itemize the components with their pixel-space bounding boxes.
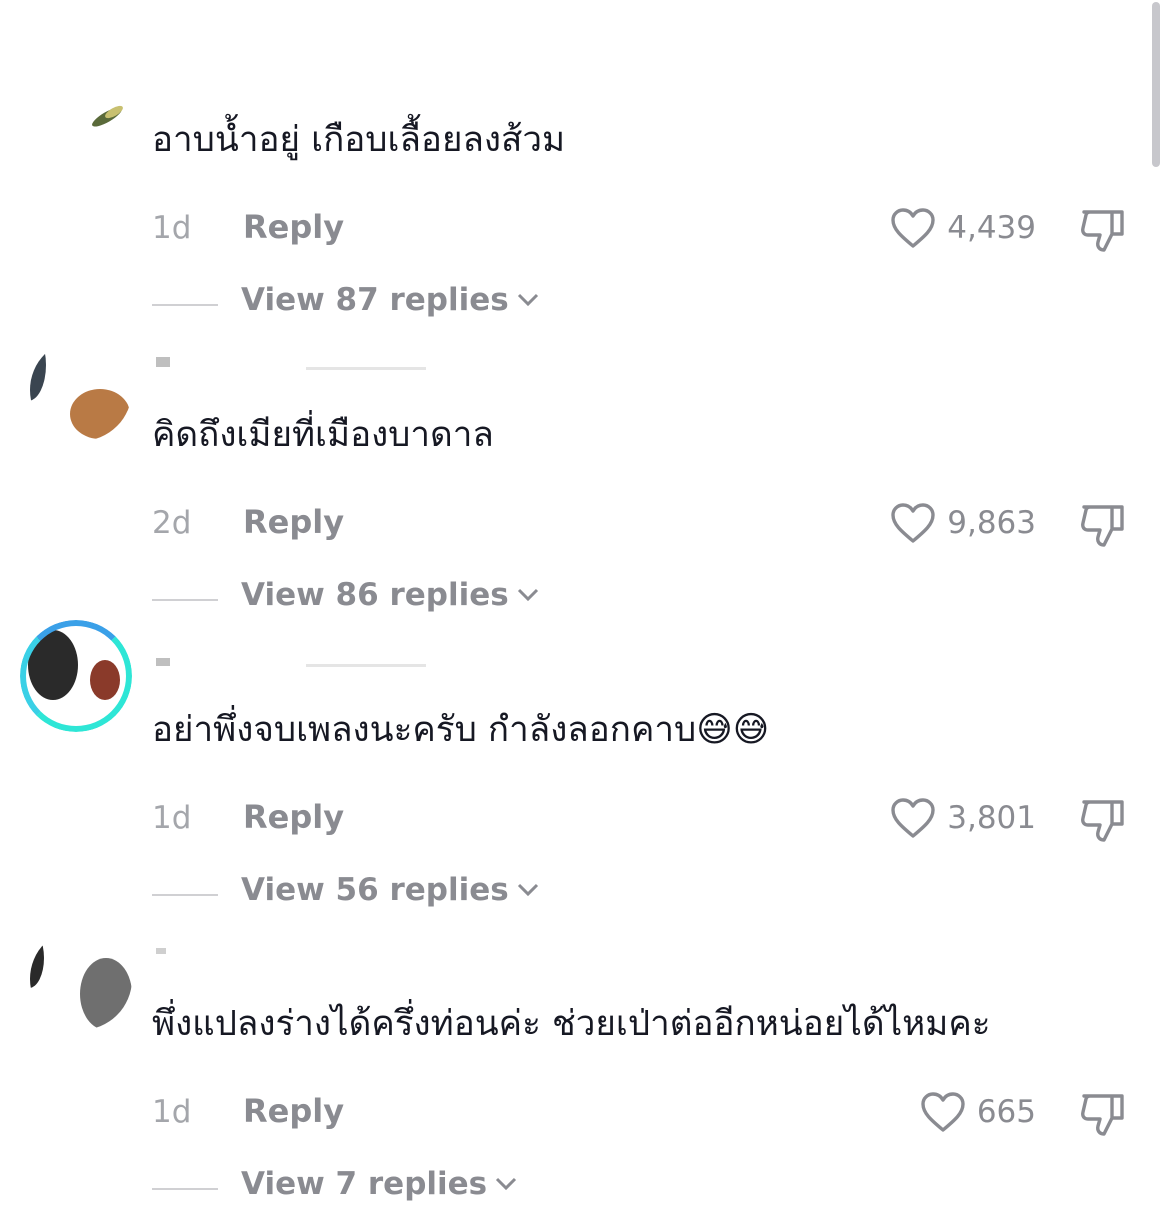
view-replies-row[interactable]: View 7 replies — [0, 1160, 1168, 1210]
divider-line — [152, 894, 218, 896]
avatar[interactable] — [20, 620, 132, 732]
view-replies-button[interactable]: View 56 replies — [241, 872, 541, 908]
chevron-down-icon — [496, 1177, 517, 1191]
reply-button[interactable]: Reply — [243, 798, 344, 836]
thumbs-down-outline-icon[interactable] — [1078, 796, 1128, 844]
view-replies-label: View 86 replies — [241, 577, 509, 613]
comment-text: พึ่งแปลงร่างได้ครึ่งท่อนค่ะ ช่วยเป่าต่ออ… — [152, 1004, 991, 1044]
avatar[interactable] — [30, 64, 132, 166]
reply-button[interactable]: Reply — [243, 503, 344, 541]
reply-button[interactable]: Reply — [243, 1092, 344, 1130]
like-button[interactable]: 4,439 — [889, 206, 1036, 250]
view-replies-label: View 7 replies — [241, 1166, 488, 1202]
chevron-down-icon — [517, 293, 538, 307]
like-button[interactable]: 3,801 — [889, 796, 1036, 840]
heart-outline-icon[interactable] — [889, 206, 937, 250]
thumbs-down-outline-icon[interactable] — [1078, 1090, 1128, 1138]
thumbs-down-outline-icon[interactable] — [1078, 501, 1128, 549]
comment-actions: 1d Reply 665 — [0, 1090, 1168, 1140]
comment-item: คิดถึงเมียที่เมืองบาดาล 2d Reply 9,863 V… — [0, 339, 1168, 634]
avatar[interactable] — [30, 928, 132, 1030]
comment-text: คิดถึงเมียที่เมืองบาดาล — [152, 415, 494, 455]
username-blur — [156, 658, 426, 667]
comment-item: อาบน้ำอยู่ เกือบเลื้อยลงส้วม 1d Reply 4,… — [0, 44, 1168, 339]
story-ring — [20, 620, 132, 732]
username-redacted — [156, 940, 196, 966]
like-count: 4,439 — [947, 210, 1036, 246]
comment-actions: 1d Reply 4,439 — [0, 206, 1168, 256]
comment-time: 1d — [152, 800, 192, 836]
heart-outline-icon[interactable] — [889, 796, 937, 840]
chevron-down-icon — [517, 588, 538, 602]
heart-outline-icon[interactable] — [889, 501, 937, 545]
username-redacted — [156, 650, 436, 676]
comment-text: อาบน้ำอยู่ เกือบเลื้อยลงส้วม — [152, 120, 566, 160]
view-replies-button[interactable]: View 86 replies — [241, 577, 541, 613]
thumbs-down-outline-icon[interactable] — [1078, 206, 1128, 254]
comment-item: พึ่งแปลงร่างได้ครึ่งท่อนค่ะ ช่วยเป่าต่ออ… — [0, 928, 1168, 1223]
comment-time: 2d — [152, 505, 192, 541]
view-replies-label: View 87 replies — [241, 282, 509, 318]
comment-item: อย่าพึ่งจบเพลงนะครับ กำลังลอกคาบ😅😅 1d Re… — [0, 620, 1168, 929]
avatar[interactable] — [30, 339, 132, 441]
view-replies-row[interactable]: View 86 replies — [0, 571, 1168, 621]
heart-outline-icon[interactable] — [919, 1090, 967, 1134]
view-replies-button[interactable]: View 87 replies — [241, 282, 541, 318]
like-button[interactable]: 665 — [919, 1090, 1036, 1134]
like-count: 9,863 — [947, 505, 1036, 541]
comment-time: 1d — [152, 210, 192, 246]
divider-line — [152, 304, 218, 306]
divider-line — [152, 599, 218, 601]
comment-actions: 1d Reply 3,801 — [0, 796, 1168, 846]
username-redacted — [156, 351, 436, 377]
view-replies-row[interactable]: View 87 replies — [0, 276, 1168, 326]
like-count: 665 — [976, 1094, 1036, 1130]
like-button[interactable]: 9,863 — [889, 501, 1036, 545]
view-replies-button[interactable]: View 7 replies — [241, 1166, 519, 1202]
username-blur — [156, 357, 426, 370]
username-blur — [156, 948, 166, 954]
view-replies-label: View 56 replies — [241, 872, 509, 908]
comment-actions: 2d Reply 9,863 — [0, 501, 1168, 551]
reply-button[interactable]: Reply — [243, 208, 344, 246]
like-count: 3,801 — [947, 800, 1036, 836]
view-replies-row[interactable]: View 56 replies — [0, 866, 1168, 916]
chevron-down-icon — [517, 883, 538, 897]
divider-line — [152, 1188, 218, 1190]
comment-text: อย่าพึ่งจบเพลงนะครับ กำลังลอกคาบ😅😅 — [152, 710, 770, 750]
comment-time: 1d — [152, 1094, 192, 1130]
